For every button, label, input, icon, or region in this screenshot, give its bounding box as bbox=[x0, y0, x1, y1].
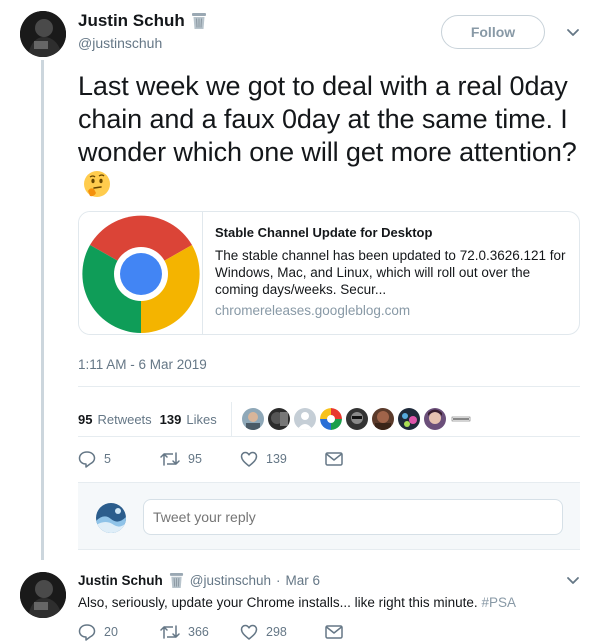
reply-tweet-text: Also, seriously, update your Chrome inst… bbox=[78, 595, 588, 610]
liker-avatar[interactable] bbox=[345, 408, 368, 430]
chrome-logo-image bbox=[79, 212, 203, 334]
reply-icon bbox=[78, 624, 96, 641]
wastebasket-icon bbox=[169, 573, 183, 588]
link-card-domain: chromereleases.googleblog.com bbox=[215, 303, 411, 318]
reply-action[interactable]: 20 bbox=[78, 623, 160, 641]
reply-tweet-actions: 20 366 298 bbox=[78, 623, 343, 641]
hashtag-link[interactable]: #PSA bbox=[481, 595, 516, 610]
retweet-count: 366 bbox=[188, 625, 209, 639]
reply-icon bbox=[78, 451, 96, 468]
reply-count: 20 bbox=[104, 625, 118, 639]
reply-tweet[interactable]: Justin Schuh @justinschuh · Mar 6 Also, … bbox=[78, 572, 588, 610]
direct-message-action[interactable] bbox=[325, 625, 343, 639]
retweet-action[interactable]: 95 bbox=[160, 451, 240, 467]
tweet-stats: 95 Retweets 139 Likes bbox=[78, 402, 472, 436]
thread-line bbox=[41, 60, 44, 560]
like-count: 139 bbox=[266, 452, 287, 466]
envelope-icon bbox=[325, 452, 343, 466]
thinking-face-emoji bbox=[84, 170, 110, 197]
retweet-action[interactable]: 366 bbox=[160, 624, 240, 640]
reply-author-handle[interactable]: @justinschuh bbox=[190, 573, 271, 588]
divider bbox=[78, 386, 580, 387]
author-handle[interactable]: @justinschuh bbox=[78, 35, 207, 51]
reply-action[interactable]: 5 bbox=[78, 450, 160, 468]
retweet-icon bbox=[160, 625, 180, 639]
liker-avatar[interactable] bbox=[423, 408, 446, 430]
reply-body: Also, seriously, update your Chrome inst… bbox=[78, 595, 478, 610]
link-card[interactable]: Stable Channel Update for Desktop The st… bbox=[78, 211, 580, 335]
chevron-down-icon[interactable] bbox=[566, 28, 580, 38]
reply-date[interactable]: Mar 6 bbox=[286, 573, 321, 588]
liker-avatars bbox=[241, 408, 472, 430]
reply-count: 5 bbox=[104, 452, 111, 466]
wastebasket-icon bbox=[191, 13, 206, 29]
liker-avatar[interactable] bbox=[267, 408, 290, 430]
retweet-count: 95 bbox=[188, 452, 202, 466]
liker-avatar[interactable] bbox=[449, 408, 472, 430]
like-count: 298 bbox=[266, 625, 287, 639]
author-name-row[interactable]: Justin Schuh bbox=[78, 11, 207, 31]
liker-avatar[interactable] bbox=[397, 408, 420, 430]
heart-icon bbox=[240, 451, 258, 467]
reply-tweet-header: Justin Schuh @justinschuh · Mar 6 bbox=[78, 572, 588, 589]
follow-button[interactable]: Follow bbox=[441, 15, 545, 49]
likes-stat[interactable]: 139 Likes bbox=[160, 412, 217, 427]
tweet-header: Justin Schuh @justinschuh bbox=[78, 11, 207, 51]
reply-author-name[interactable]: Justin Schuh bbox=[78, 573, 163, 588]
stats-separator bbox=[230, 402, 232, 436]
link-card-description: The stable channel has been updated to 7… bbox=[215, 248, 566, 297]
reply-author-avatar[interactable] bbox=[20, 572, 66, 618]
like-action[interactable]: 139 bbox=[240, 451, 325, 467]
liker-avatar[interactable] bbox=[293, 408, 316, 430]
tweet-text: Last week we got to deal with a real 0da… bbox=[78, 70, 593, 202]
reply-input[interactable] bbox=[143, 499, 563, 535]
link-card-body: Stable Channel Update for Desktop The st… bbox=[203, 212, 579, 334]
tweet-timestamp[interactable]: 1:11 AM - 6 Mar 2019 bbox=[78, 357, 207, 372]
liker-avatar[interactable] bbox=[319, 408, 342, 430]
like-action[interactable]: 298 bbox=[240, 624, 325, 640]
divider bbox=[78, 436, 580, 437]
author-avatar[interactable] bbox=[20, 11, 66, 57]
envelope-icon bbox=[325, 625, 343, 639]
liker-avatar[interactable] bbox=[241, 408, 264, 430]
heart-icon bbox=[240, 624, 258, 640]
chevron-down-icon[interactable] bbox=[566, 576, 580, 586]
reply-composer bbox=[78, 482, 580, 550]
reply-separator: · bbox=[276, 573, 281, 588]
retweet-icon bbox=[160, 452, 180, 466]
retweets-stat[interactable]: 95 Retweets bbox=[78, 412, 152, 427]
current-user-avatar[interactable] bbox=[96, 503, 126, 533]
tweet-body: Last week we got to deal with a real 0da… bbox=[78, 71, 577, 167]
link-card-title: Stable Channel Update for Desktop bbox=[215, 225, 433, 240]
tweet-actions: 5 95 139 bbox=[78, 450, 343, 468]
liker-avatar[interactable] bbox=[371, 408, 394, 430]
author-display-name[interactable]: Justin Schuh bbox=[78, 11, 185, 31]
chrome-logo-icon bbox=[81, 215, 200, 333]
direct-message-action[interactable] bbox=[325, 452, 343, 466]
